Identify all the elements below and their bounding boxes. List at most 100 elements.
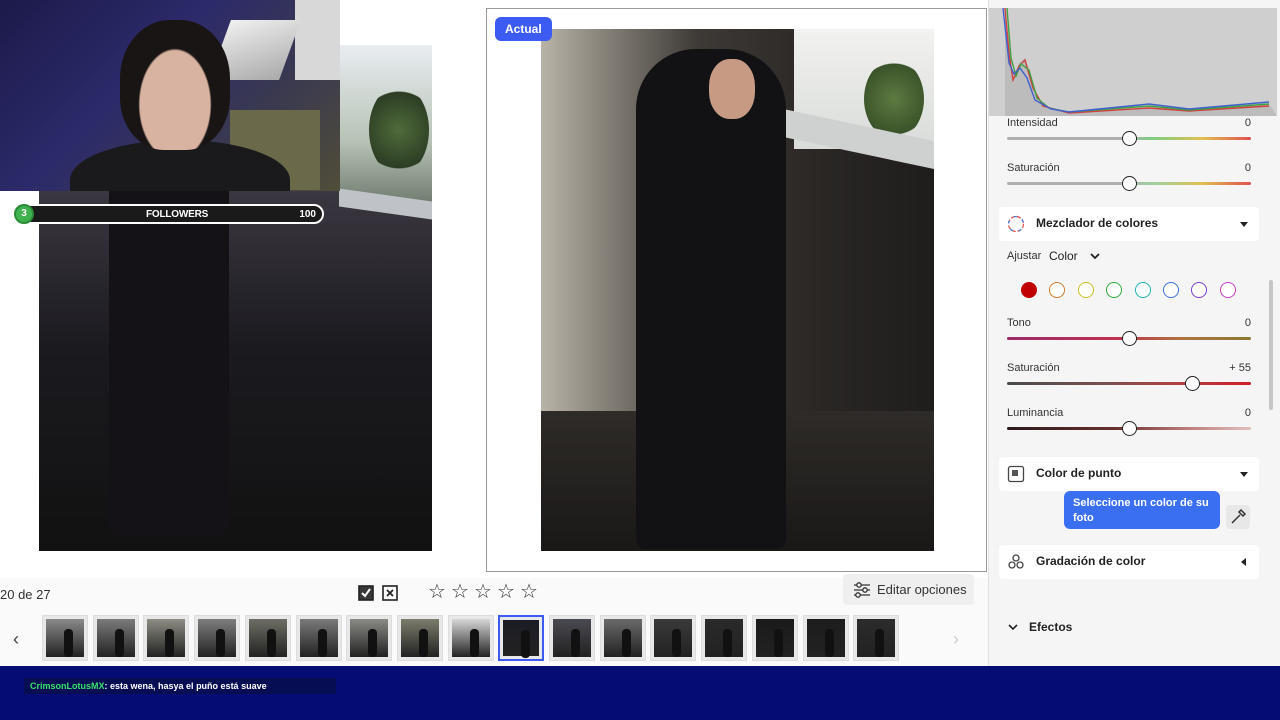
filmstrip-thumbnail[interactable] xyxy=(447,615,494,661)
rating-stars: ☆ ☆ ☆ ☆ ☆ xyxy=(428,582,539,602)
edit-panel: Intensidad 0 Saturación 0 Mezclador de colo… xyxy=(988,0,1280,666)
followers-label: FOLLOWERS xyxy=(146,209,209,220)
edit-options-button[interactable]: Editar opciones xyxy=(843,574,974,605)
star-icon[interactable]: ☆ xyxy=(520,582,539,602)
intensity-slider-label: Intensidad xyxy=(1007,117,1058,129)
thumbnail-image xyxy=(857,619,896,657)
color-grading-section[interactable]: Gradación de color xyxy=(999,545,1259,579)
thumbnail-subject xyxy=(723,629,733,657)
thumbnail-subject xyxy=(875,629,885,657)
filmstrip-thumbnail[interactable] xyxy=(599,615,646,661)
thumbnail-image xyxy=(400,619,439,657)
thumbnail-subject xyxy=(521,630,531,658)
filmstrip-thumbnail[interactable] xyxy=(244,615,291,661)
thumbnail-image xyxy=(350,619,389,657)
thumbnail-subject xyxy=(571,629,580,657)
saturation-slider-label: Saturación xyxy=(1007,162,1060,174)
filmstrip-thumbnail[interactable] xyxy=(42,615,88,661)
chevron-right-icon[interactable]: › xyxy=(946,628,966,650)
panel-scrollbar[interactable] xyxy=(1269,280,1273,410)
swatch-purple[interactable] xyxy=(1191,282,1208,298)
luminance-slider-value[interactable]: 0 xyxy=(1189,407,1251,419)
star-icon[interactable]: ☆ xyxy=(474,582,493,602)
swatch-magenta[interactable] xyxy=(1219,282,1236,298)
thumbnail-subject xyxy=(368,629,378,657)
thumbnail-image xyxy=(147,619,186,657)
eyedropper-button[interactable] xyxy=(1226,505,1250,529)
swatch-blue[interactable] xyxy=(1163,282,1179,298)
followers-goal: 100 xyxy=(299,209,316,220)
filmstrip-thumbnail[interactable] xyxy=(396,615,443,661)
intensity-slider-knob[interactable] xyxy=(1121,131,1137,146)
star-icon[interactable]: ☆ xyxy=(497,582,516,602)
color-grading-icon xyxy=(1008,554,1024,569)
filmstrip-thumbnail[interactable] xyxy=(92,615,139,661)
thumbnail-subject xyxy=(216,629,226,657)
hue-slider-value[interactable]: 0 xyxy=(1189,317,1251,329)
thumbnail-subject xyxy=(64,629,73,657)
filmstrip: ‹ › xyxy=(0,612,988,664)
swatch-red[interactable] xyxy=(1021,282,1037,298)
flag-reject-icon[interactable] xyxy=(381,584,399,602)
point-color-section[interactable]: Color de punto xyxy=(999,457,1259,491)
star-icon[interactable]: ☆ xyxy=(428,582,447,602)
saturation-slider-knob[interactable] xyxy=(1121,176,1137,191)
intensity-slider-value[interactable]: 0 xyxy=(1189,117,1251,129)
chat-text: : esta wena, hasya el puño está suave xyxy=(104,681,267,691)
color-grading-title: Gradación de color xyxy=(1036,554,1146,568)
mixer-saturation-slider-knob[interactable] xyxy=(1184,376,1200,391)
luminance-slider-knob[interactable] xyxy=(1121,421,1137,436)
current-photo[interactable] xyxy=(541,29,934,551)
filmstrip-thumbnail[interactable] xyxy=(498,615,545,661)
filmstrip-thumbnail[interactable] xyxy=(751,615,798,661)
followers-count: 3 xyxy=(14,204,34,224)
caret-down-icon[interactable] xyxy=(1239,469,1249,479)
mixer-saturation-slider-value[interactable]: + 55 xyxy=(1189,362,1251,374)
filmstrip-thumbnail[interactable] xyxy=(194,615,241,661)
photo-subject xyxy=(109,135,229,535)
filmstrip-thumbnail[interactable] xyxy=(853,615,900,661)
chevron-down-icon[interactable] xyxy=(1089,250,1101,262)
followers-goal-bar: 3 FOLLOWERS 100 xyxy=(14,204,324,224)
thumbnail-subject xyxy=(418,629,428,657)
thumbnail-image xyxy=(553,619,591,657)
flag-pick-icon[interactable] xyxy=(357,584,375,602)
sliders-icon xyxy=(854,581,870,598)
photo-subject xyxy=(636,49,786,549)
current-badge: Actual xyxy=(495,17,552,41)
swatch-orange[interactable] xyxy=(1049,282,1066,298)
swatch-yellow[interactable] xyxy=(1077,282,1094,298)
color-wheel-icon xyxy=(1007,215,1025,233)
filmstrip-thumbnail[interactable] xyxy=(143,615,190,661)
thumbnail-image xyxy=(603,619,642,657)
eyedropper-icon xyxy=(1231,508,1247,524)
thumbnail-subject xyxy=(469,629,479,657)
filmstrip-thumbnail[interactable] xyxy=(701,615,748,661)
point-color-tooltip: Seleccione un color de su foto xyxy=(1064,491,1220,529)
star-icon[interactable]: ☆ xyxy=(451,582,470,602)
adjust-dropdown-value[interactable]: Color xyxy=(1049,249,1078,263)
filmstrip-thumbnail[interactable] xyxy=(802,615,849,661)
filmstrip-thumbnail[interactable] xyxy=(650,615,697,661)
thumbnail-subject xyxy=(165,629,175,657)
saturation-slider-value[interactable]: 0 xyxy=(1189,162,1251,174)
stream-chat-bar: CrimsonLotusMX: esta wena, hasya el puño… xyxy=(0,666,1280,720)
thumbnail-image xyxy=(503,620,540,658)
edit-options-label: Editar opciones xyxy=(877,582,967,597)
filmstrip-thumbnail[interactable] xyxy=(295,615,342,661)
swatch-green[interactable] xyxy=(1106,282,1123,298)
swatch-aqua[interactable] xyxy=(1134,282,1151,298)
photo-counter: 20 de 27 xyxy=(0,587,51,602)
filmstrip-thumbnail[interactable] xyxy=(549,615,595,661)
color-mixer-section[interactable]: Mezclador de colores xyxy=(999,207,1259,241)
caret-down-icon[interactable] xyxy=(1239,219,1249,229)
color-mixer-title: Mezclador de colores xyxy=(1036,216,1159,230)
filmstrip-thumbnail[interactable] xyxy=(346,615,393,661)
chevron-down-icon xyxy=(1008,624,1018,631)
caret-left-icon[interactable] xyxy=(1239,557,1249,567)
point-color-title: Color de punto xyxy=(1036,466,1122,480)
hue-slider-knob[interactable] xyxy=(1121,331,1137,346)
chevron-left-icon[interactable]: ‹ xyxy=(6,628,26,650)
thumbnail-subject xyxy=(672,629,682,657)
mixer-saturation-slider-track[interactable] xyxy=(1007,382,1251,385)
